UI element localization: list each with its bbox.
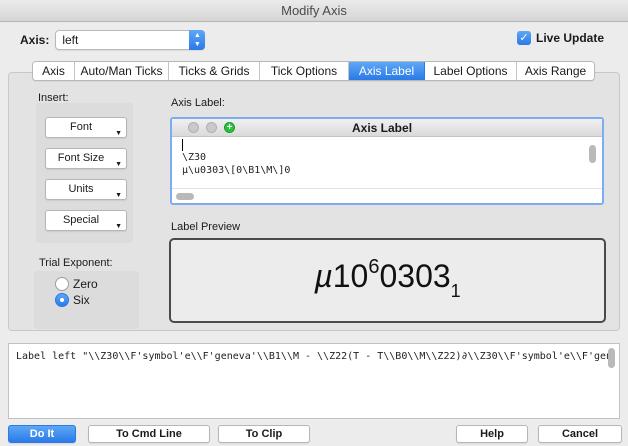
window-title: Modify Axis (0, 0, 628, 22)
axis-popup[interactable]: left ▲ ▼ (55, 30, 206, 50)
axis-label-editor[interactable]: + Axis Label \Z30 µ\u0303\[0\B1\M\]0 (170, 117, 604, 205)
help-button[interactable]: Help (456, 425, 528, 443)
to-cmd-line-button[interactable]: To Cmd Line (88, 425, 210, 443)
font-size-menu-label: Font Size (57, 152, 105, 164)
radio-six[interactable]: Six (55, 293, 90, 307)
menu-arrow-icon: ▼ (115, 130, 122, 137)
tab-auto-man-ticks[interactable]: Auto/Man Ticks (75, 62, 169, 80)
axis-selector-row: Axis: left ▲ ▼ (20, 30, 206, 50)
menu-arrow-icon: ▼ (115, 223, 122, 230)
special-menu-label: Special (62, 214, 100, 226)
live-update-checkbox[interactable]: ✓ Live Update (517, 31, 604, 45)
command-line-box[interactable]: Label left "\\Z30\\F'symbol'e\\F'geneva'… (8, 343, 620, 419)
axis-label-line: \Z30 (182, 152, 207, 163)
to-clip-button[interactable]: To Clip (218, 425, 310, 443)
minimize-dot-icon[interactable] (206, 122, 217, 133)
radio-zero-label: Zero (73, 277, 98, 291)
radio-off-icon (55, 277, 69, 291)
menu-arrow-icon: ▼ (115, 192, 122, 199)
axis-popup-value: left (62, 33, 79, 47)
preview-digits: 0303 (379, 258, 451, 294)
label-preview-label: Label Preview (171, 221, 241, 233)
live-update-label: Live Update (536, 31, 605, 45)
preview-subscript: 1 (450, 281, 461, 301)
tab-ticks-grids[interactable]: Ticks & Grids (169, 62, 260, 80)
radio-six-label: Six (73, 293, 90, 307)
editor-horizontal-scrollbar[interactable] (176, 193, 194, 200)
close-dot-icon[interactable] (188, 122, 199, 133)
units-menu-button[interactable]: Units ▼ (45, 179, 127, 200)
editor-vertical-scrollbar[interactable] (589, 145, 596, 163)
axis-label-text[interactable]: \Z30 µ\u0303\[0\B1\M\]0 (182, 151, 290, 177)
tab-axis-label[interactable]: Axis Label (349, 62, 425, 80)
tab-axis-range[interactable]: Axis Range (517, 62, 594, 80)
axis-label: Axis: (20, 33, 50, 47)
editor-divider (172, 188, 602, 189)
zoom-plus-icon[interactable]: + (224, 122, 235, 133)
preview-formula: µ10603031 (171, 256, 604, 302)
special-menu-button[interactable]: Special ▼ (45, 210, 127, 231)
radio-zero[interactable]: Zero (55, 277, 98, 291)
command-scrollbar[interactable] (608, 348, 615, 368)
preview-mu: µ (314, 258, 333, 294)
preview-exponent: 6 (368, 256, 380, 278)
preview-base: 10 (332, 258, 369, 294)
font-size-menu-button[interactable]: Font Size ▼ (45, 148, 127, 169)
do-it-button[interactable]: Do It (8, 425, 76, 443)
menu-arrow-icon: ▼ (115, 161, 122, 168)
cancel-button[interactable]: Cancel (538, 425, 622, 443)
editor-titlebar: + Axis Label (172, 119, 602, 137)
editor-title: Axis Label (352, 121, 413, 135)
tab-bar: Axis Auto/Man Ticks Ticks & Grids Tick O… (32, 61, 595, 81)
label-preview: µ10603031 (169, 238, 606, 323)
axis-label-section-label: Axis Label: (171, 97, 225, 109)
popup-stepper-icon: ▲ ▼ (189, 30, 206, 50)
axis-label-line: µ\u0303\[0\B1\M\]0 (182, 165, 291, 176)
tab-axis[interactable]: Axis (33, 62, 75, 80)
font-menu-button[interactable]: Font ▼ (45, 117, 127, 138)
font-menu-label: Font (69, 121, 92, 133)
checkmark-icon: ✓ (517, 31, 531, 45)
units-menu-label: Units (68, 183, 94, 195)
command-text: Label left "\\Z30\\F'symbol'e\\F'geneva'… (16, 351, 612, 362)
radio-on-icon (55, 293, 69, 307)
tab-tick-options[interactable]: Tick Options (260, 62, 349, 80)
tab-label-options[interactable]: Label Options (425, 62, 517, 80)
trial-exponent-label: Trial Exponent: (39, 257, 113, 269)
text-caret (182, 139, 183, 151)
